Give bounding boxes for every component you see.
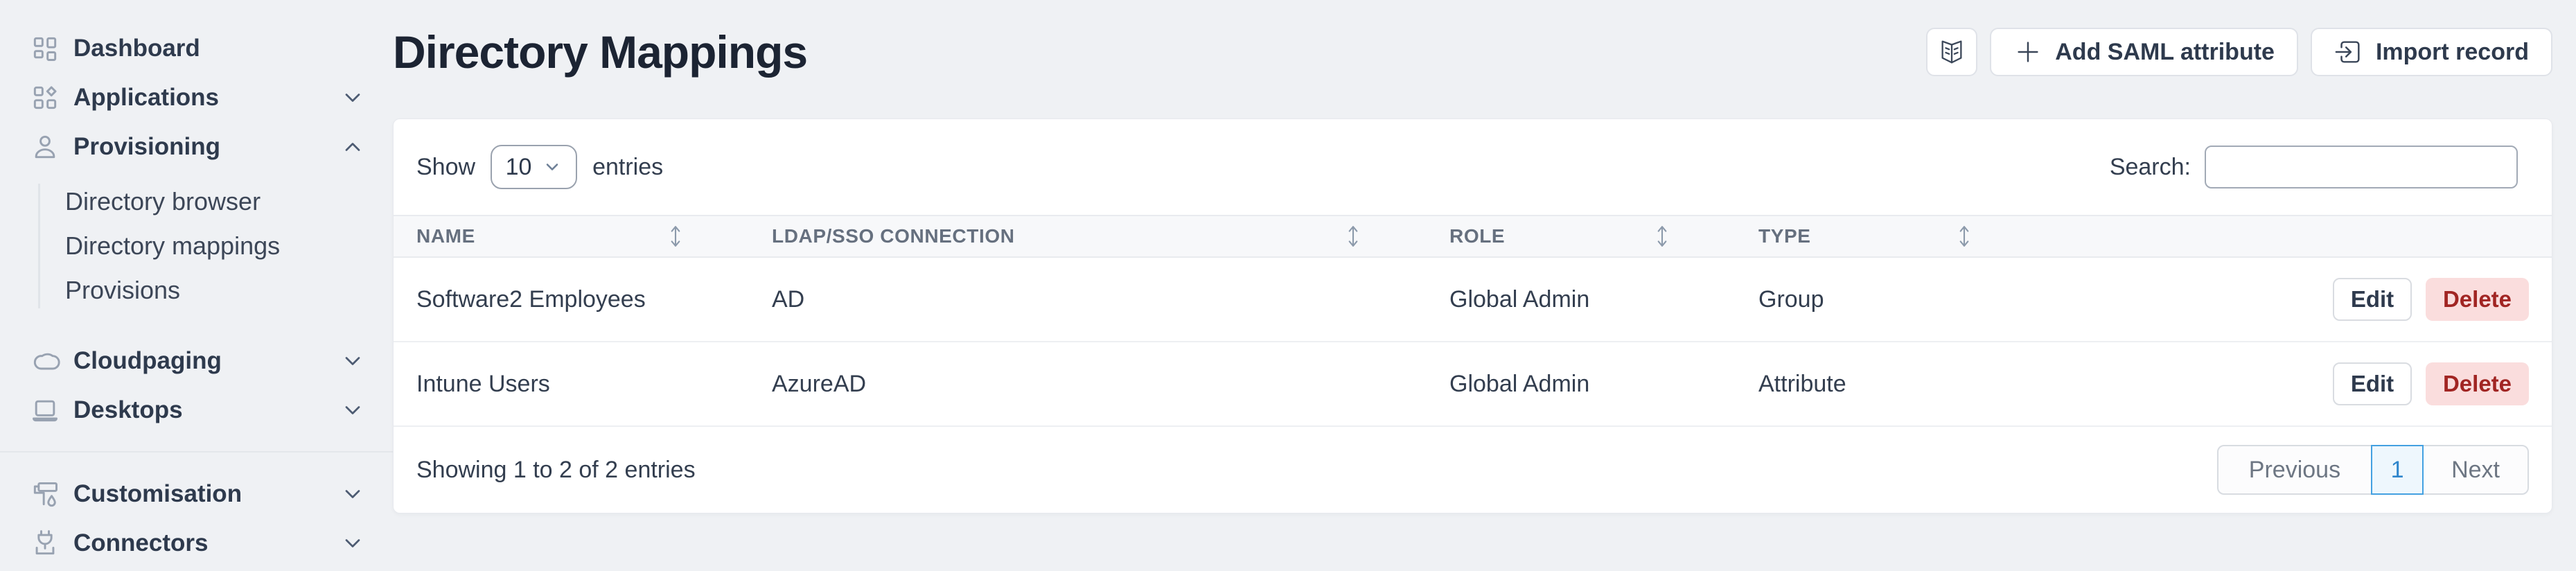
sidebar-item-cloudpaging[interactable]: Cloudpaging (0, 336, 393, 385)
button-label: Import record (2376, 39, 2529, 66)
show-label: Show (416, 154, 475, 181)
sidebar-item-label: Customisation (73, 480, 242, 508)
sort-icon (1346, 225, 1361, 248)
chevron-down-icon (542, 157, 562, 177)
applications-icon (28, 80, 62, 115)
plug-icon (28, 526, 62, 561)
main-content: Directory Mappings (393, 0, 2576, 571)
sub-item-label: Directory browser (65, 187, 261, 216)
edit-button[interactable]: Edit (2333, 362, 2412, 405)
docs-book-button[interactable] (1926, 28, 1977, 76)
sidebar-item-provisioning[interactable]: Provisioning (0, 122, 393, 171)
cloud-icon (28, 344, 62, 378)
entries-label: entries (592, 154, 663, 181)
chevron-down-icon (340, 398, 365, 423)
add-saml-attribute-button[interactable]: Add SAML attribute (1990, 28, 2298, 76)
search-input[interactable] (2205, 146, 2518, 188)
sidebar-item-label: Cloudpaging (73, 347, 222, 375)
sort-icon (1957, 225, 1972, 248)
directory-mappings-card: Show 10 entries Search: NAME L (393, 118, 2552, 513)
sidebar-item-label: Applications (73, 84, 219, 112)
sidebar-divider (0, 451, 393, 453)
sidebar: Dashboard Applications Provisioning (0, 0, 393, 571)
cell-role: Global Admin (1427, 286, 1736, 313)
sidebar-item-label: Dashboard (73, 35, 200, 62)
sidebar-item-desktops[interactable]: Desktops (0, 385, 393, 434)
sub-item-label: Provisions (65, 276, 180, 305)
sidebar-item-applications[interactable]: Applications (0, 73, 393, 122)
button-label: Add SAML attribute (2055, 39, 2275, 66)
sidebar-item-label: Provisioning (73, 133, 220, 161)
cell-connection: AzureAD (749, 371, 1427, 398)
cell-name: Software2 Employees (394, 286, 749, 313)
chevron-down-icon (340, 482, 365, 507)
plus-icon (2013, 37, 2043, 67)
delete-button[interactable]: Delete (2426, 362, 2529, 405)
cell-type: Group (1736, 286, 2038, 313)
sidebar-item-directory-browser[interactable]: Directory browser (0, 179, 393, 224)
table-header: NAME LDAP/SSO CONNECTION ROLE (394, 215, 2552, 258)
open-book-icon (1937, 37, 1966, 67)
page-header: Directory Mappings (393, 0, 2552, 104)
pagination-page-1-button[interactable]: 1 (2371, 445, 2424, 495)
page-title: Directory Mappings (393, 26, 807, 78)
sort-icon (668, 225, 683, 248)
pagination-previous-button[interactable]: Previous (2218, 446, 2371, 493)
table-footer: Showing 1 to 2 of 2 entries Previous 1 N… (394, 427, 2552, 513)
header-actions: Add SAML attribute Import record (1926, 28, 2552, 76)
column-header-type[interactable]: TYPE (1736, 225, 2038, 248)
sidebar-item-provisions[interactable]: Provisions (0, 268, 393, 313)
page-size-select[interactable]: 10 (491, 145, 577, 189)
sidebar-item-label: Desktops (73, 396, 183, 424)
table-controls: Show 10 entries Search: (394, 119, 2552, 215)
cell-actions: Edit Delete (2038, 362, 2552, 405)
table-row: Software2 Employees AD Global Admin Grou… (394, 258, 2552, 342)
chevron-down-icon (340, 349, 365, 374)
sub-item-label: Directory mappings (65, 231, 280, 261)
paint-roller-icon (28, 477, 62, 511)
sidebar-item-customisation[interactable]: Customisation (0, 469, 393, 518)
import-icon (2334, 37, 2363, 67)
entries-summary: Showing 1 to 2 of 2 entries (416, 457, 696, 484)
delete-button[interactable]: Delete (2426, 278, 2529, 321)
sidebar-item-dashboard[interactable]: Dashboard (0, 24, 393, 73)
cell-type: Attribute (1736, 371, 2038, 398)
chevron-down-icon (340, 85, 365, 110)
cell-actions: Edit Delete (2038, 278, 2552, 321)
sidebar-item-connectors[interactable]: Connectors (0, 518, 393, 568)
sort-icon (1655, 225, 1670, 248)
column-header-connection[interactable]: LDAP/SSO CONNECTION (749, 225, 1427, 248)
column-header-role[interactable]: ROLE (1427, 225, 1736, 248)
pagination-next-button[interactable]: Next (2424, 446, 2528, 493)
cell-role: Global Admin (1427, 371, 1736, 398)
user-icon (28, 130, 62, 164)
search-label: Search: (2110, 154, 2191, 181)
import-record-button[interactable]: Import record (2311, 28, 2552, 76)
edit-button[interactable]: Edit (2333, 278, 2412, 321)
column-header-name[interactable]: NAME (394, 225, 749, 248)
chevron-down-icon (340, 531, 365, 556)
page-size-value: 10 (506, 154, 532, 181)
table-row: Intune Users AzureAD Global Admin Attrib… (394, 342, 2552, 427)
laptop-icon (28, 393, 62, 428)
sidebar-item-label: Connectors (73, 529, 208, 557)
chevron-up-icon (340, 134, 365, 159)
cell-name: Intune Users (394, 371, 749, 398)
app-layout: Dashboard Applications Provisioning (0, 0, 2576, 571)
provisioning-submenu: Directory browser Directory mappings Pro… (0, 179, 393, 313)
dashboard-icon (28, 31, 62, 66)
cell-connection: AD (749, 286, 1427, 313)
sidebar-item-directory-mappings[interactable]: Directory mappings (0, 224, 393, 268)
pagination: Previous 1 Next (2217, 445, 2529, 495)
